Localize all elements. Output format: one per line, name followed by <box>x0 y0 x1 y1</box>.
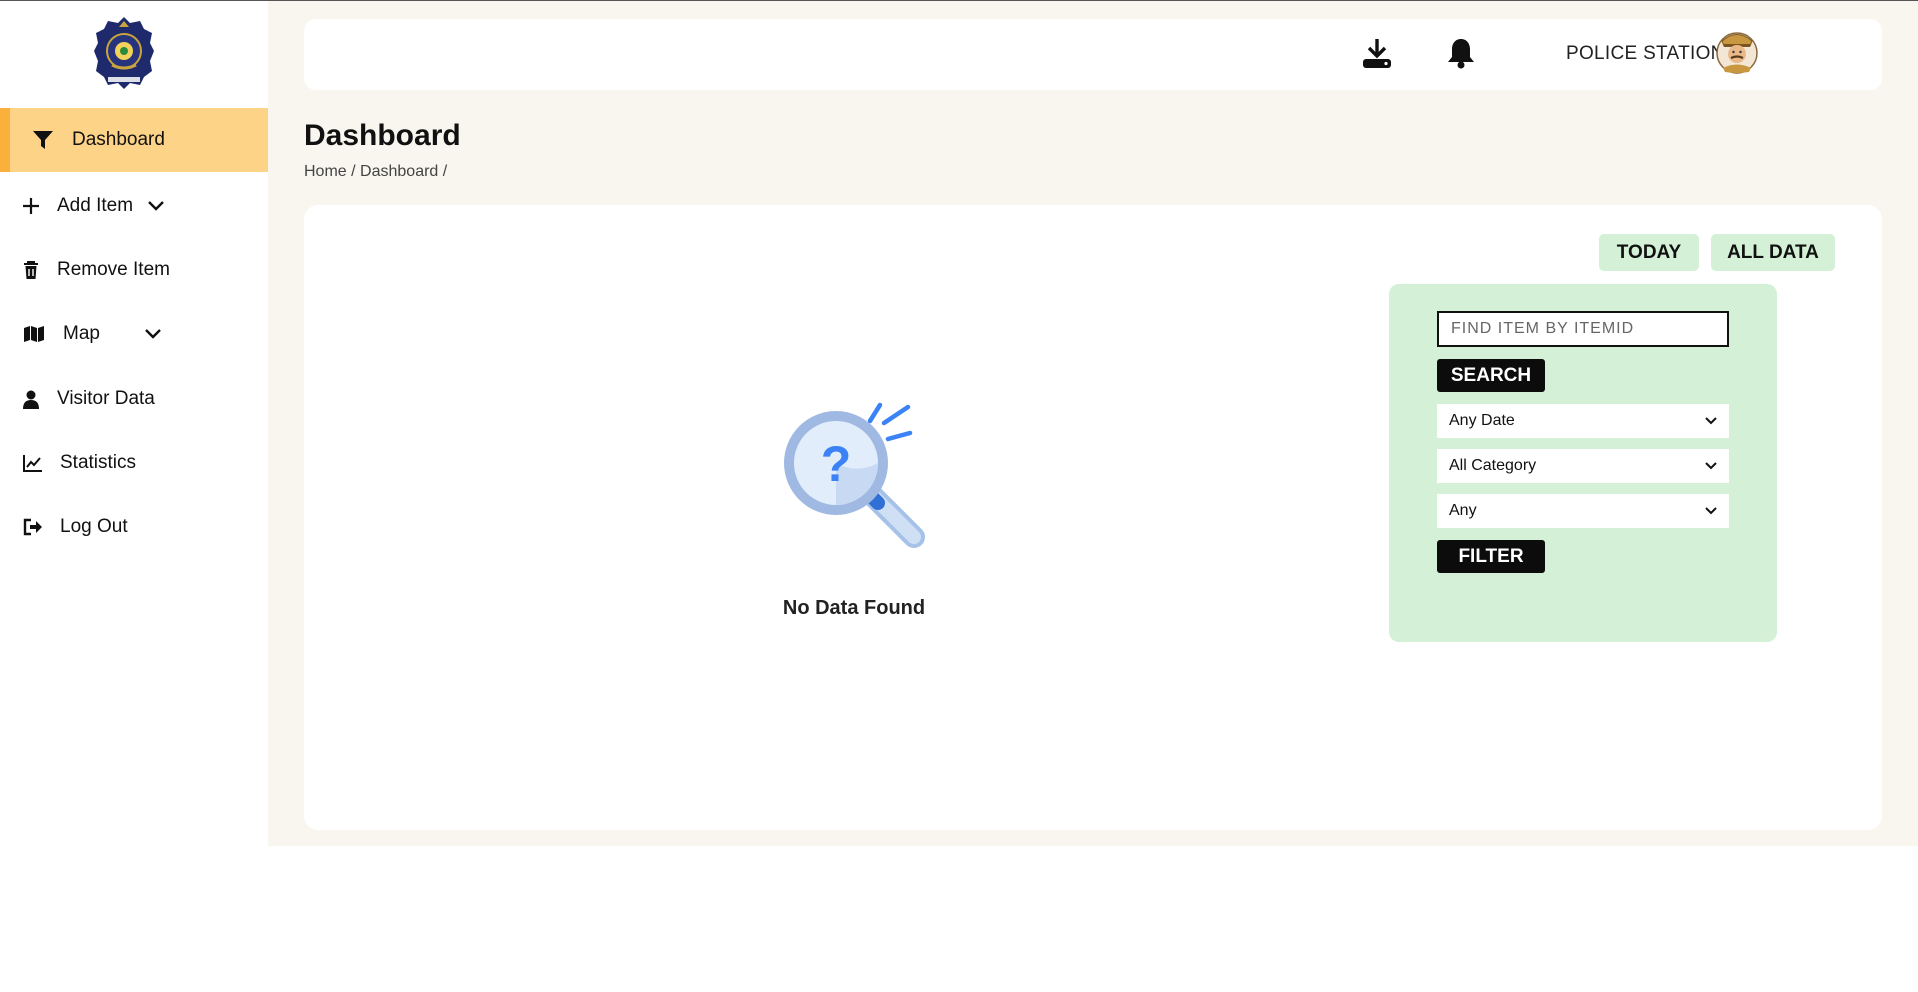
breadcrumb-home[interactable]: Home <box>304 163 347 180</box>
category-select[interactable]: All Category <box>1437 449 1729 483</box>
no-data-message: No Data Found <box>782 597 926 619</box>
sidebar-item-statistics[interactable]: Statistics <box>0 431 268 495</box>
category-select-value: All Category <box>1449 457 1537 474</box>
station-name-label: POLICE STATION <box>1566 43 1725 64</box>
sidebar: Dashboard Add Item Remove Item Map Visit… <box>0 1 268 991</box>
breadcrumb-separator: / <box>442 163 448 180</box>
police-avatar[interactable] <box>1716 28 1758 74</box>
trash-icon <box>19 258 43 282</box>
sidebar-item-label: Log Out <box>60 516 128 537</box>
chevron-down-icon <box>1705 502 1717 520</box>
top-header-bar: POLICE STATION <box>304 19 1882 90</box>
chevron-down-icon[interactable] <box>144 328 162 340</box>
date-select[interactable]: Any Date <box>1437 404 1729 438</box>
download-icon[interactable] <box>1359 35 1395 71</box>
gujarat-police-logo <box>92 15 156 91</box>
main-area: POLICE STATION Dashboard Home / Dashboar… <box>268 1 1918 846</box>
search-button[interactable]: SEARCH <box>1437 359 1545 392</box>
person-icon <box>19 387 43 411</box>
chevron-down-icon[interactable] <box>147 200 165 212</box>
all-data-button[interactable]: ALL DATA <box>1711 234 1835 271</box>
filter-button[interactable]: FILTER <box>1437 540 1545 573</box>
sidebar-item-label: Dashboard <box>72 129 165 150</box>
chevron-down-icon <box>1705 457 1717 475</box>
sidebar-item-remove-item[interactable]: Remove Item <box>0 238 268 302</box>
date-select-value: Any Date <box>1449 412 1515 429</box>
map-icon <box>22 322 46 346</box>
magnifier-question-icon: ? <box>774 391 944 563</box>
svg-text:?: ? <box>821 436 852 492</box>
plus-icon <box>19 194 43 218</box>
filter-panel: SEARCH Any Date All Category Any FILTER <box>1389 284 1777 642</box>
breadcrumb: Home / Dashboard / <box>304 163 447 181</box>
today-button[interactable]: TODAY <box>1599 234 1699 271</box>
breadcrumb-separator: / <box>351 163 356 180</box>
itemid-search-input[interactable] <box>1437 311 1729 347</box>
sidebar-item-label: Add Item <box>57 195 134 216</box>
logout-icon <box>21 515 45 539</box>
sidebar-item-log-out[interactable]: Log Out <box>0 495 268 559</box>
breadcrumb-dashboard[interactable]: Dashboard <box>360 163 438 180</box>
sidebar-item-dashboard[interactable]: Dashboard <box>0 108 268 172</box>
sidebar-item-label: Visitor Data <box>57 388 155 409</box>
page-title: Dashboard <box>304 119 461 152</box>
sidebar-item-label: Remove Item <box>57 259 170 280</box>
sidebar-item-map[interactable]: Map <box>0 302 268 366</box>
status-select[interactable]: Any <box>1437 494 1729 528</box>
sidebar-item-add-item[interactable]: Add Item <box>0 174 268 238</box>
sidebar-item-label: Statistics <box>60 452 137 473</box>
filter-icon <box>31 128 55 152</box>
bell-icon[interactable] <box>1443 35 1479 71</box>
sidebar-item-visitor-data[interactable]: Visitor Data <box>0 367 268 431</box>
chevron-down-icon <box>1705 412 1717 430</box>
status-select-value: Any <box>1449 502 1477 519</box>
dashboard-card: TODAY ALL DATA ? No Data Found SEARCH An… <box>304 205 1882 830</box>
chart-line-icon <box>21 451 45 475</box>
sidebar-item-label: Map <box>63 323 100 344</box>
